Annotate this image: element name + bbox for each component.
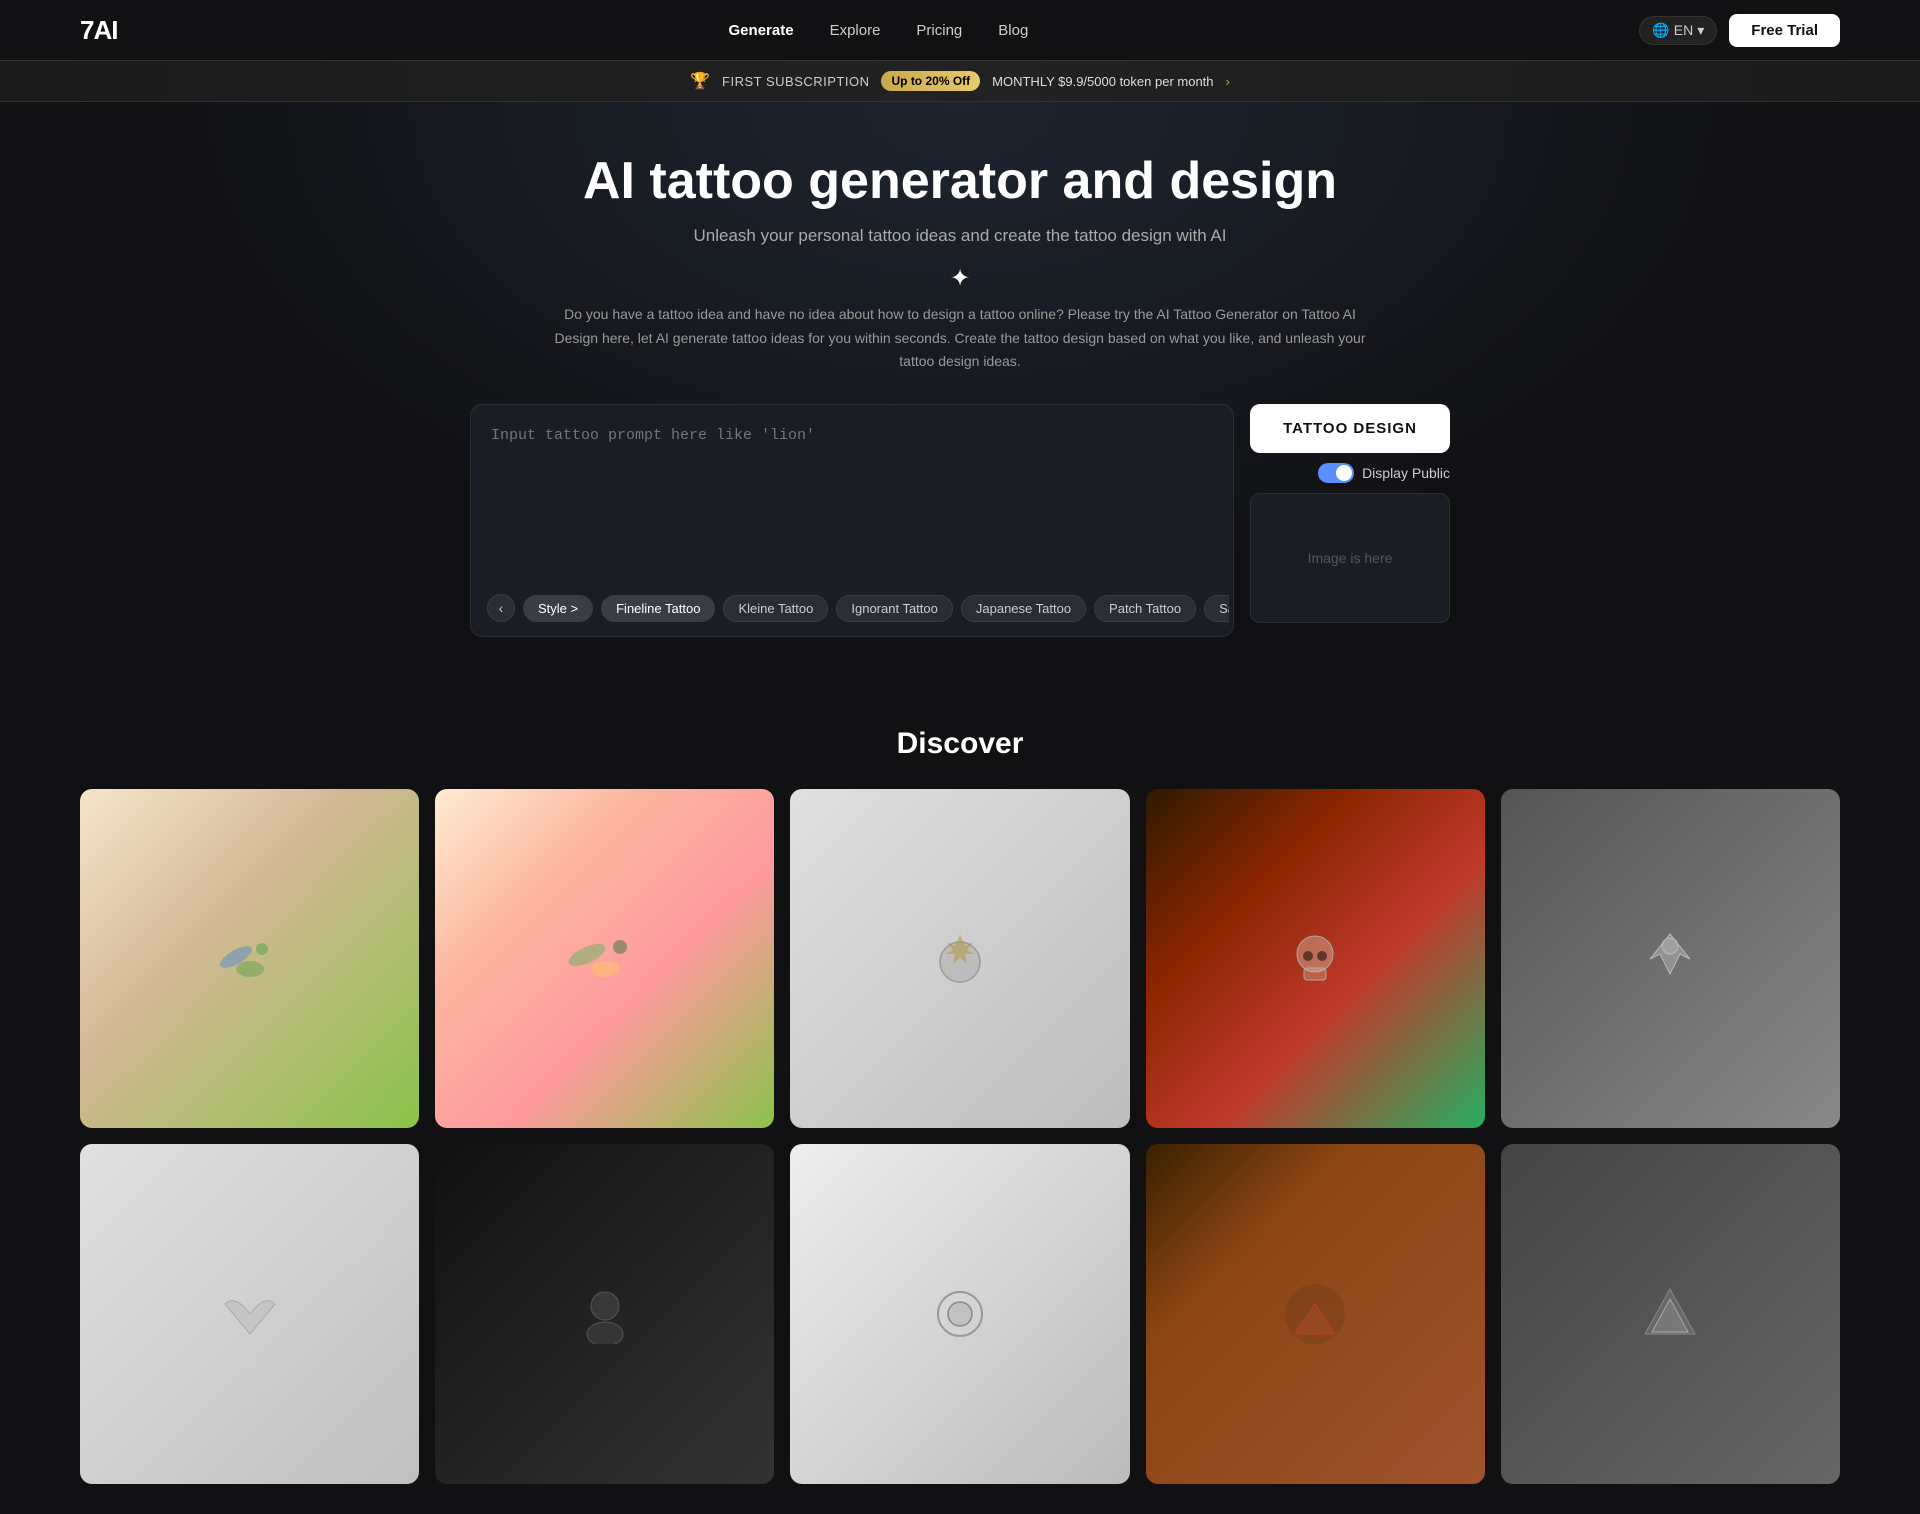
hero-content: AI tattoo generator and design Unleash y… [80, 152, 1840, 637]
style-ignorant[interactable]: Ignorant Tattoo [836, 595, 953, 622]
gallery-item[interactable] [435, 1144, 774, 1483]
skull-icon [1280, 924, 1350, 994]
promo-icon: 🏆 [690, 71, 710, 91]
gallery-item[interactable] [1146, 789, 1485, 1128]
style-prev-button[interactable]: ‹ [487, 594, 515, 622]
navbar: 7AI Generate Explore Pricing Blog 🌐 EN ▾… [0, 0, 1920, 60]
gallery-image-9 [1146, 1144, 1485, 1483]
display-public-label: Display Public [1362, 465, 1450, 481]
style-japanese[interactable]: Japanese Tattoo [961, 595, 1086, 622]
generator-wrapper: ‹ Style > Fineline Tattoo Kleine Tattoo … [470, 404, 1450, 637]
lang-selector[interactable]: 🌐 EN ▾ [1639, 16, 1717, 45]
right-panel: TATTOO DESIGN Display Public Image is he… [1250, 404, 1450, 623]
lion-icon [925, 924, 995, 994]
gallery-image-1 [80, 789, 419, 1128]
promo-arrow: › [1226, 74, 1230, 89]
globe-icon: 🌐 [1652, 22, 1669, 39]
gallery-item[interactable] [435, 789, 774, 1128]
gallery-item[interactable] [1146, 1144, 1485, 1483]
promo-subscription-label: FIRST SUBSCRIPTION [722, 74, 869, 89]
hero-subtitle: Unleash your personal tattoo ideas and c… [80, 226, 1840, 246]
discover-section: Discover [0, 677, 1920, 1513]
logo[interactable]: 7AI [80, 15, 117, 46]
gallery-item[interactable] [790, 789, 1129, 1128]
sparkle-icon: ✦ [950, 264, 970, 293]
style-patch[interactable]: Patch Tattoo [1094, 595, 1196, 622]
style-sailor-jerry[interactable]: Sailor Jerry Tattoo [1204, 595, 1229, 622]
hero-section: AI tattoo generator and design Unleash y… [0, 102, 1920, 677]
nav-pricing[interactable]: Pricing [916, 22, 962, 39]
gallery-item[interactable] [1501, 1144, 1840, 1483]
hero-title: AI tattoo generator and design [80, 152, 1840, 212]
promo-badge: Up to 20% Off [881, 71, 980, 91]
hummingbird-icon [210, 919, 290, 999]
nav-blog[interactable]: Blog [998, 22, 1028, 39]
chevron-down-icon: ▾ [1697, 22, 1704, 39]
display-public-row: Display Public [1250, 463, 1450, 483]
tattoo-design-button[interactable]: TATTOO DESIGN [1250, 404, 1450, 453]
hero-desc: Do you have a tattoo idea and have no id… [550, 303, 1370, 374]
free-trial-button[interactable]: Free Trial [1729, 14, 1840, 47]
prompt-box: ‹ Style > Fineline Tattoo Kleine Tattoo … [470, 404, 1234, 637]
eagle-icon [1635, 924, 1705, 994]
gallery-item[interactable] [80, 1144, 419, 1483]
circle-icon [930, 1284, 990, 1344]
style-kleine[interactable]: Kleine Tattoo [723, 595, 828, 622]
gallery-image-2 [435, 789, 774, 1128]
discover-title: Discover [80, 727, 1840, 761]
hummingbird2-icon [565, 919, 645, 999]
gallery-item[interactable] [80, 789, 419, 1128]
landscape-icon [1285, 1284, 1345, 1344]
gallery-grid [80, 789, 1840, 1483]
gallery-image-8 [790, 1144, 1129, 1483]
gallery-image-10 [1501, 1144, 1840, 1483]
portrait-icon [575, 1284, 635, 1344]
display-public-toggle[interactable] [1318, 463, 1354, 483]
image-placeholder-text: Image is here [1308, 550, 1393, 566]
gallery-image-4 [1146, 789, 1485, 1128]
promo-banner: 🏆 FIRST SUBSCRIPTION Up to 20% Off MONTH… [0, 60, 1920, 102]
gallery-item[interactable] [1501, 789, 1840, 1128]
gallery-image-6 [80, 1144, 419, 1483]
gallery-image-3 [790, 789, 1129, 1128]
gallery-image-7 [435, 1144, 774, 1483]
nav-generate[interactable]: Generate [729, 22, 794, 39]
gallery-item[interactable] [790, 1144, 1129, 1483]
style-label[interactable]: Style > [523, 595, 593, 622]
image-preview-box: Image is here [1250, 493, 1450, 623]
nav-links: Generate Explore Pricing Blog [729, 22, 1029, 39]
nav-right: 🌐 EN ▾ Free Trial [1639, 14, 1840, 47]
promo-text: MONTHLY $9.9/5000 token per month [992, 74, 1213, 89]
nav-explore[interactable]: Explore [830, 22, 881, 39]
style-fineline[interactable]: Fineline Tattoo [601, 595, 715, 622]
gallery-image-5 [1501, 789, 1840, 1128]
decorative-icon [1640, 1284, 1700, 1344]
prompt-input[interactable] [475, 409, 1229, 579]
wings-icon [220, 1284, 280, 1344]
style-row: ‹ Style > Fineline Tattoo Kleine Tattoo … [475, 584, 1229, 632]
